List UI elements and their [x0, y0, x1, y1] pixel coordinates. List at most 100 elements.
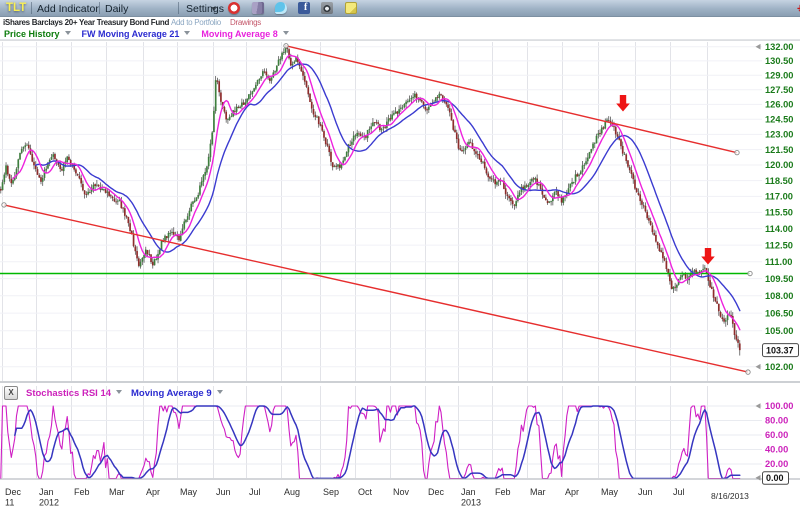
osc-value-label: 0.00	[766, 473, 784, 483]
month-label: Aug	[284, 487, 300, 497]
axis-marker-icon	[756, 403, 761, 409]
osc-tick-label: 60.00	[765, 430, 788, 440]
price-tick-label: 123.00	[765, 130, 793, 140]
month-label: Jun	[216, 487, 231, 497]
month-label: Mar	[109, 487, 125, 497]
trendline	[4, 205, 748, 372]
main-toolbar: TLT Add Indicator Daily Settings f ↓-0.3…	[0, 0, 800, 17]
camera-icon[interactable]	[321, 2, 333, 14]
notes-icon[interactable]	[345, 2, 357, 14]
subheader-bar: iShares Barclays 20+ Year Treasury Bond …	[0, 17, 800, 28]
ma8-dropdown[interactable]: Moving Average 8	[201, 29, 288, 39]
year-label: 2012	[39, 498, 59, 508]
series-legend: Price History FW Moving Average 21 Movin…	[0, 28, 800, 40]
chevron-down-icon	[116, 390, 122, 394]
stoch-rsi-dropdown[interactable]: Stochastics RSI 14	[26, 388, 122, 399]
month-label: May	[601, 487, 619, 497]
price-tick-label: 124.50	[765, 115, 793, 125]
osc-tick-label: 40.00	[765, 445, 788, 455]
close-indicator-button[interactable]: X	[4, 386, 18, 400]
price-tick-label: 129.00	[765, 70, 793, 80]
month-label: Apr	[565, 487, 579, 497]
month-label: Dec	[428, 487, 445, 497]
month-label: Jan	[461, 487, 476, 497]
symbol-ticker[interactable]: TLT	[6, 2, 26, 14]
chevron-down-icon	[283, 31, 289, 35]
osc-tick-label: 20.00	[765, 459, 788, 469]
price-tick-label: 126.00	[765, 100, 793, 110]
price-tick-label: 118.50	[765, 176, 793, 186]
ma8-label: Moving Average 8	[201, 29, 277, 39]
month-label: Oct	[358, 487, 373, 497]
price-tick-label: 114.00	[765, 224, 793, 234]
settings-button[interactable]: Settings	[186, 3, 224, 15]
price-tick-label: 130.50	[765, 56, 793, 66]
down-arrow-annotation	[616, 95, 630, 112]
month-label: Feb	[495, 487, 511, 497]
indicator-header: X Stochastics RSI 14 Moving Average 9	[0, 386, 223, 400]
price-tick-label: 121.50	[765, 145, 793, 155]
last-price-label: 103.37	[766, 346, 794, 356]
candles-layer	[0, 44, 741, 355]
price-tick-label: 105.00	[765, 326, 793, 336]
ma21-dropdown[interactable]: FW Moving Average 21	[82, 29, 191, 39]
price-tick-label: 111.00	[765, 257, 792, 267]
month-label: Sep	[323, 487, 339, 497]
stoch-rsi-label: Stochastics RSI 14	[26, 388, 111, 399]
year-label: 11	[5, 498, 14, 508]
ma9-label: Moving Average 9	[131, 388, 212, 399]
drawing-handle	[284, 44, 288, 48]
drawing-handle	[735, 150, 739, 154]
chart-canvas[interactable]: 132.00 130.50 129.00 127.50 126.00 124.50 123.…	[0, 0, 800, 508]
toolbar-separator	[31, 2, 32, 14]
timeframe-dropdown[interactable]: Daily	[105, 3, 128, 15]
month-label: Feb	[74, 487, 90, 497]
fund-name: iShares Barclays 20+ Year Treasury Bond …	[3, 18, 169, 27]
price-tick-label: 127.50	[765, 85, 793, 95]
alarm-icon[interactable]	[228, 2, 240, 14]
end-date-label: 8/16/2013	[711, 491, 749, 501]
price-tick-label: 109.50	[765, 274, 793, 284]
twitter-icon[interactable]	[275, 2, 287, 14]
oscillator-layer	[1, 406, 740, 479]
price-tick-label: 117.00	[765, 192, 793, 202]
ma9-dropdown[interactable]: Moving Average 9	[131, 388, 223, 399]
add-to-portfolio-link[interactable]: Add to Portfolio	[171, 18, 221, 27]
drawings-layer[interactable]	[2, 44, 752, 375]
ma21-label: FW Moving Average 21	[82, 29, 180, 39]
month-label: Jan	[39, 487, 54, 497]
month-label: May	[180, 487, 198, 497]
price-tick-label: 115.50	[765, 208, 793, 218]
axis-marker-icon	[756, 44, 761, 50]
axis-marker-icon	[756, 364, 761, 370]
price-tick-label: 106.50	[765, 308, 793, 318]
month-label: Dec	[5, 487, 22, 497]
facebook-icon[interactable]: f	[298, 2, 310, 14]
osc-tick-label: 80.00	[765, 416, 788, 426]
drawing-handle	[746, 370, 750, 374]
add-indicator-button[interactable]: Add Indicator	[37, 3, 99, 15]
drawing-handle	[748, 271, 752, 275]
drawings-link[interactable]: Drawings	[230, 18, 261, 27]
price-tick-label: 102.00	[765, 362, 793, 372]
drawing-handle	[2, 203, 6, 207]
year-label: 2013	[461, 498, 481, 508]
price-history-dropdown[interactable]: Price History	[4, 29, 71, 39]
price-tick-label: 108.00	[765, 291, 793, 301]
price-tick-label: 120.00	[765, 160, 793, 170]
toolbar-separator	[99, 2, 100, 14]
month-label: Jul	[249, 487, 261, 497]
price-tick-label: 132.00	[765, 42, 793, 52]
books-icon[interactable]	[252, 2, 264, 14]
price-tick-label: 112.50	[765, 240, 793, 250]
month-label: Nov	[393, 487, 410, 497]
chevron-down-icon	[65, 31, 71, 35]
month-label: Mar	[530, 487, 546, 497]
chevron-down-icon	[184, 31, 190, 35]
month-label: Jul	[673, 487, 685, 497]
price-history-label: Price History	[4, 29, 60, 39]
osc-tick-label: 100.00	[765, 401, 793, 411]
month-label: Apr	[146, 487, 160, 497]
month-label: Jun	[638, 487, 653, 497]
toolbar-separator	[178, 2, 179, 14]
